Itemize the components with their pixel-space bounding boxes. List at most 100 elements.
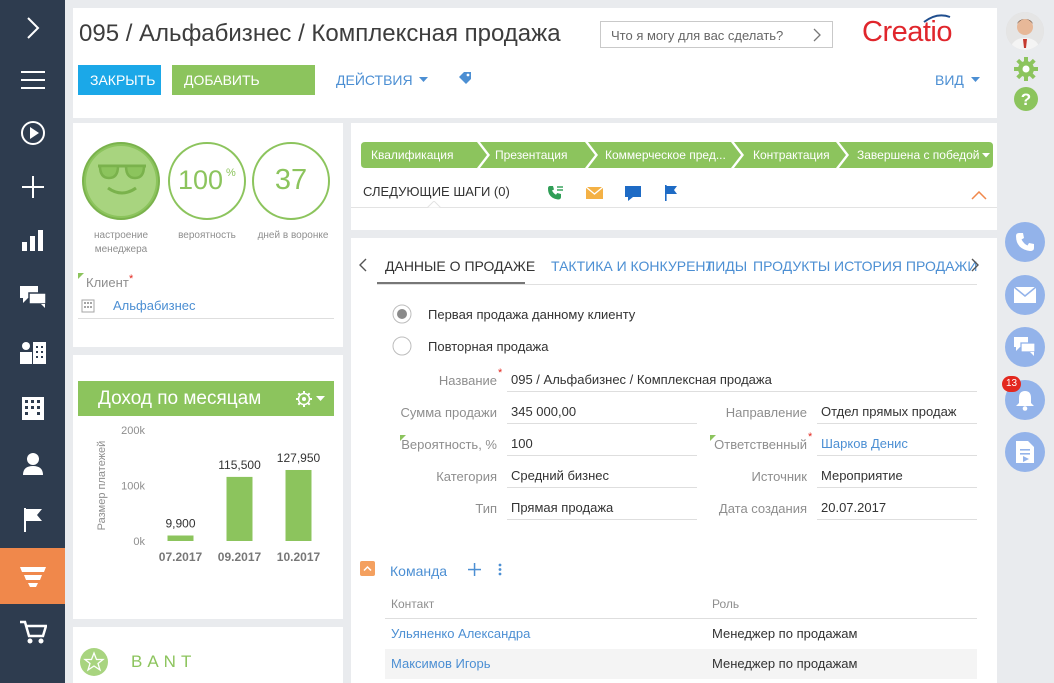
page-title: 095 / Альфабизнес / Комплексная продажа: [79, 20, 561, 47]
stage-qualification[interactable]: Квалификация: [371, 142, 453, 168]
direction-field[interactable]: Отдел прямых продаж: [821, 404, 957, 419]
tasks-button[interactable]: [1005, 432, 1045, 472]
x-tick-label: 09.2017: [218, 550, 262, 564]
field-underline: [507, 391, 977, 392]
funnel-icon[interactable]: [0, 548, 65, 604]
feed-button[interactable]: [1005, 327, 1045, 367]
owner-link[interactable]: Шарков Денис: [821, 436, 908, 451]
smiley-sunglasses-icon: [98, 164, 146, 195]
table-row[interactable]: Максимов Игорь Менеджер по продажам: [385, 649, 977, 679]
tab-sale-data[interactable]: ДАННЫЕ О ПРОДАЖЕ: [385, 258, 535, 274]
amount-field[interactable]: 345 000,00: [511, 404, 576, 419]
comment-add-icon[interactable]: [625, 186, 641, 201]
probability-indicator: 100 %: [168, 142, 246, 220]
call-add-icon[interactable]: [547, 185, 564, 201]
contact-icon[interactable]: [0, 436, 65, 492]
source-label: Источник: [751, 469, 808, 484]
task-flag-icon[interactable]: [664, 185, 678, 201]
name-field[interactable]: 095 / Альфабизнес / Комплексная продажа: [511, 372, 772, 387]
user-avatar[interactable]: [1006, 12, 1044, 50]
category-field[interactable]: Средний бизнес: [511, 468, 609, 483]
created-field[interactable]: 20.07.2017: [821, 500, 886, 515]
required-mark: *: [129, 273, 134, 285]
next-steps-label[interactable]: СЛЕДУЮЩИЕ ШАГИ (0): [363, 184, 510, 199]
source-field[interactable]: Мероприятие: [821, 468, 903, 483]
column-role[interactable]: Роль: [712, 597, 739, 611]
hamburger-icon[interactable]: [0, 52, 65, 108]
view-dropdown[interactable]: ВИД: [935, 72, 980, 88]
play-icon[interactable]: [0, 105, 65, 161]
tag-icon[interactable]: [458, 71, 472, 88]
cart-icon[interactable]: [0, 604, 65, 660]
email-button[interactable]: [1005, 275, 1045, 315]
more-options-icon[interactable]: [498, 563, 502, 576]
amount-label: Сумма продажи: [400, 405, 497, 420]
notifications-count-badge: 13: [1002, 376, 1021, 392]
collapse-group-icon[interactable]: [360, 561, 375, 576]
gear-icon[interactable]: [1013, 56, 1039, 85]
client-link[interactable]: Альфабизнес: [113, 298, 196, 313]
command-line-input[interactable]: Что я могу для вас сделать?: [600, 21, 833, 48]
left-navigation: [0, 0, 65, 683]
bell-icon: [1016, 391, 1034, 411]
table-row[interactable]: Ульяненко Александра Менеджер по продажа…: [385, 619, 977, 649]
pointer-notch: [427, 201, 441, 208]
radio-first-sale[interactable]: [392, 304, 412, 324]
stage-contracting[interactable]: Контрактация: [753, 142, 830, 168]
add-order-button[interactable]: ДОБАВИТЬ ЗАКАЗ: [172, 65, 315, 118]
chart-header: Доход по месяцам: [78, 381, 334, 416]
dashboards-icon[interactable]: [0, 212, 65, 268]
email-add-icon[interactable]: [586, 187, 603, 199]
phone-icon: [1016, 233, 1034, 251]
search-placeholder: Что я могу для вас сделать?: [611, 28, 784, 43]
plus-icon[interactable]: [0, 159, 65, 215]
phone-button[interactable]: [1005, 222, 1045, 262]
owner-label: Ответственный: [714, 437, 807, 452]
mood-indicator: [82, 142, 160, 220]
x-tick-label: 07.2017: [159, 550, 203, 564]
radio-repeat-sale[interactable]: [392, 336, 412, 356]
contacts-building-icon[interactable]: [0, 380, 65, 436]
team-title[interactable]: Команда: [390, 563, 447, 579]
menu-toggle-icon[interactable]: [0, 0, 65, 56]
column-contact[interactable]: Контакт: [391, 597, 434, 611]
probability-label: вероятность: [178, 230, 236, 241]
tab-products[interactable]: ПРОДУКТЫ: [753, 258, 830, 274]
type-field[interactable]: Прямая продажа: [511, 500, 613, 515]
bant-panel: BANT: [73, 627, 343, 683]
probability-field-label: Вероятность, %: [401, 437, 497, 452]
collapse-chevron-up-icon[interactable]: [971, 191, 987, 200]
name-label: Название: [438, 373, 497, 388]
bar-value-label: 9,900: [165, 517, 195, 531]
probability-field[interactable]: 100: [511, 436, 533, 451]
field-underline: [507, 455, 697, 456]
created-label: Дата создания: [718, 501, 807, 516]
add-member-plus-icon[interactable]: [468, 563, 481, 576]
stage-closed-won[interactable]: Завершена с победой: [857, 142, 979, 168]
field-marker: [78, 273, 84, 279]
mood-label: настроение менеджера: [93, 230, 149, 255]
caret-down-icon[interactable]: [982, 153, 990, 158]
chat-icon: [1014, 337, 1036, 356]
revenue-bar-chart: 0k 100k 200k Размер платежей 9,900 07.2017 115…: [96, 425, 321, 564]
communications-icon[interactable]: [0, 268, 65, 324]
tab-sale-history[interactable]: ИСТОРИЯ ПРОДАЖИ: [834, 258, 977, 274]
team-contact-link[interactable]: Ульяненко Александра: [391, 626, 530, 641]
tab-tactics[interactable]: ТАКТИКА И КОНКУРЕНТ: [551, 258, 714, 274]
stage-commercial-offer[interactable]: Коммерческое пред...: [605, 142, 726, 168]
main-details-panel: ДАННЫЕ О ПРОДАЖЕ ТАКТИКА И КОНКУРЕНТ ЛИД…: [351, 238, 997, 683]
close-button[interactable]: ЗАКРЫТЬ: [78, 65, 161, 95]
caret-down-icon[interactable]: [316, 396, 325, 402]
days-in-funnel-indicator: 37: [252, 142, 330, 220]
actions-dropdown[interactable]: ДЕЙСТВИЯ: [336, 72, 429, 88]
stage-presentation[interactable]: Презентация: [495, 142, 568, 168]
tabs-scroll-right-icon[interactable]: [971, 258, 979, 272]
days-label: дней в воронке: [257, 230, 329, 241]
team-contact-link[interactable]: Максимов Игорь: [391, 656, 491, 671]
help-icon[interactable]: ?: [1013, 86, 1039, 115]
accounts-icon[interactable]: [0, 324, 65, 380]
settings-gear-icon[interactable]: [295, 390, 313, 408]
flag-icon[interactable]: [0, 492, 65, 548]
tabs-scroll-left-icon[interactable]: [359, 258, 367, 272]
tab-leads[interactable]: ЛИДЫ: [706, 258, 747, 274]
